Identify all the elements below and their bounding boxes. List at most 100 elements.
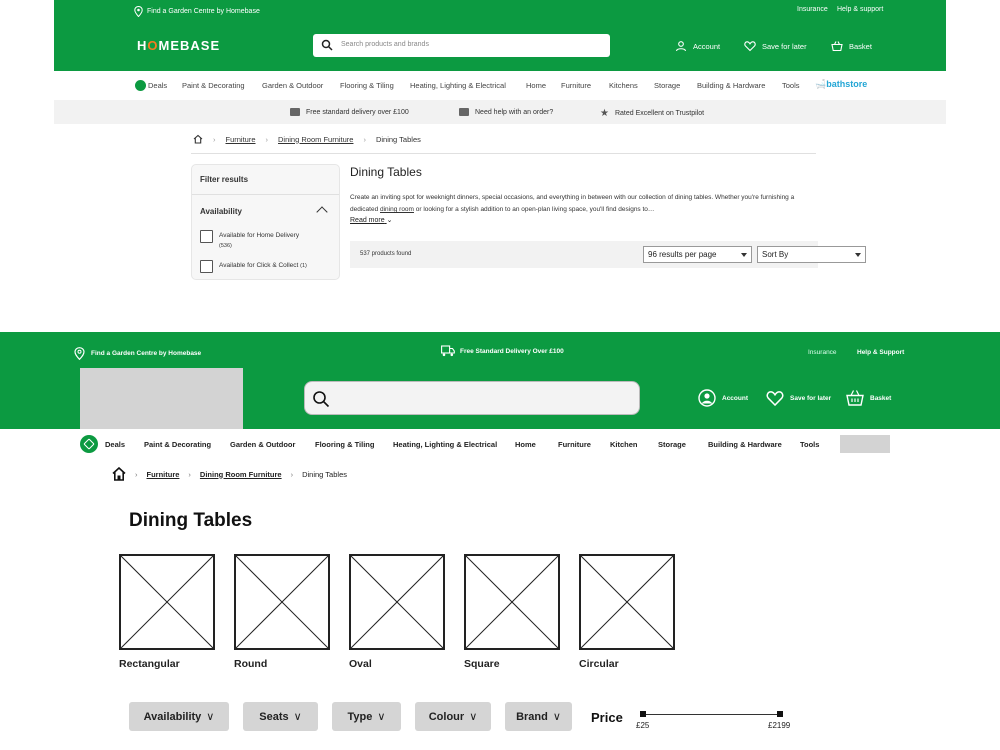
nav-furniture[interactable]: Furniture xyxy=(558,440,591,449)
basket-label: Basket xyxy=(849,41,872,51)
image-placeholder xyxy=(234,554,330,650)
nav-kitchens[interactable]: Kitchens xyxy=(609,81,638,90)
price-slider-max-handle[interactable] xyxy=(777,711,783,717)
nav-storage[interactable]: Storage xyxy=(654,81,680,90)
box-icon xyxy=(459,108,469,116)
filter-seats-button[interactable]: Seats ∨ xyxy=(243,702,318,731)
nav-paint-decorating[interactable]: Paint & Decorating xyxy=(144,440,211,449)
chevron-down-icon: ∨ xyxy=(293,711,302,723)
chevron-up-icon[interactable] xyxy=(316,206,328,218)
nav-garden-outdoor[interactable]: Garden & Outdoor xyxy=(230,440,295,449)
nav-paint-decorating[interactable]: Paint & Decorating xyxy=(182,81,245,90)
image-placeholder xyxy=(349,554,445,650)
sort-value: Sort By xyxy=(762,250,789,259)
category-tile-circular[interactable]: Circular xyxy=(579,554,675,670)
benefit-trustpilot: ★ Rated Excellent on Trustpilot xyxy=(600,108,704,119)
category-tile-square[interactable]: Square xyxy=(464,554,560,670)
brand-logo-placeholder[interactable] xyxy=(840,435,890,453)
click-collect-count: (1) xyxy=(300,263,307,269)
breadcrumb-separator-icon: › xyxy=(290,469,294,479)
nav-garden-outdoor[interactable]: Garden & Outdoor xyxy=(262,81,323,90)
help-support-link[interactable]: Help & support xyxy=(837,6,883,13)
heart-icon xyxy=(744,41,756,52)
read-more-link[interactable]: Read more ⌄ xyxy=(350,216,392,224)
nav-deals[interactable]: Deals xyxy=(105,440,125,449)
nav-tools[interactable]: Tools xyxy=(782,81,800,90)
per-page-select[interactable]: 96 results per page xyxy=(643,246,752,263)
basket-icon xyxy=(831,41,843,52)
chevron-down-icon: ∨ xyxy=(552,711,561,723)
breadcrumb-furniture[interactable]: Furniture xyxy=(147,470,180,479)
basket-label: Basket xyxy=(870,394,892,402)
price-slider-min-handle[interactable] xyxy=(640,711,646,717)
search-box[interactable]: Search products and brands xyxy=(313,34,610,57)
price-min-value: £25 xyxy=(636,721,650,730)
nav-flooring-tiling[interactable]: Flooring & Tiling xyxy=(340,81,394,90)
breadcrumb-dining-room-furniture[interactable]: Dining Room Furniture xyxy=(200,470,282,479)
insurance-link[interactable]: Insurance xyxy=(797,6,828,13)
nav-tools[interactable]: Tools xyxy=(800,440,819,449)
dropdown-arrow-icon xyxy=(855,253,861,257)
nav-kitchen[interactable]: Kitchen xyxy=(610,440,638,449)
bathstore-logo[interactable]: 🛁bathstore xyxy=(815,79,867,90)
benefits-bar: Free standard delivery over £100 Need he… xyxy=(54,100,946,124)
basket-link[interactable]: Basket xyxy=(831,40,872,52)
nav-heating-lighting[interactable]: Heating, Lighting & Electrical xyxy=(410,81,506,90)
logo-o: O xyxy=(147,38,159,53)
category-tile-oval[interactable]: Oval xyxy=(349,554,445,670)
category-label: Square xyxy=(464,658,500,670)
filter-brand-button[interactable]: Brand ∨ xyxy=(505,702,572,731)
breadcrumb-separator-icon: › xyxy=(363,134,366,144)
filter-type-button[interactable]: Type ∨ xyxy=(332,702,401,731)
price-filter-label: Price xyxy=(591,710,623,725)
description-text-2: or looking for a stylish addition to an … xyxy=(413,206,655,213)
nav-flooring-tiling[interactable]: Flooring & Tiling xyxy=(315,440,374,449)
basket-link[interactable]: Basket xyxy=(846,389,891,407)
availability-heading[interactable]: Availability xyxy=(200,207,242,216)
logo-placeholder[interactable] xyxy=(80,368,243,429)
category-tile-round[interactable]: Round xyxy=(234,554,330,670)
nav-building-hardware[interactable]: Building & Hardware xyxy=(708,440,782,449)
category-tile-rectangular[interactable]: Rectangular xyxy=(119,554,215,670)
save-for-later-link[interactable]: Save for later xyxy=(744,40,807,52)
benefit-help[interactable]: Need help with an order? xyxy=(459,108,553,116)
account-label: Account xyxy=(722,394,748,402)
find-garden-centre-link[interactable]: Find a Garden Centre by Homebase xyxy=(74,347,201,360)
filter-colour-button[interactable]: Colour ∨ xyxy=(415,702,491,731)
free-delivery-banner: Free Standard Delivery Over £100 xyxy=(441,345,564,357)
nav-building-hardware[interactable]: Building & Hardware xyxy=(697,81,765,90)
breadcrumb-dining-room-furniture[interactable]: Dining Room Furniture xyxy=(278,135,353,144)
homebase-logo[interactable]: HOMEBASE xyxy=(137,38,220,53)
account-link[interactable]: Account xyxy=(698,389,748,407)
star-icon: ★ xyxy=(600,108,609,119)
filter-availability-button[interactable]: Availability ∨ xyxy=(129,702,229,731)
nav-home[interactable]: Home xyxy=(526,81,546,90)
breadcrumb-current: Dining Tables xyxy=(302,469,347,479)
nav-deals[interactable]: Deals xyxy=(148,81,167,90)
click-collect-label: Available for Click & Collect xyxy=(219,262,299,269)
nav-storage[interactable]: Storage xyxy=(658,440,686,449)
home-icon[interactable] xyxy=(112,467,126,481)
save-for-later-link[interactable]: Save for later xyxy=(766,389,831,407)
breadcrumb-separator-icon: › xyxy=(135,469,138,479)
find-garden-centre-link[interactable]: Find a Garden Centre by Homebase xyxy=(134,6,260,17)
nav-heating-lighting[interactable]: Heating, Lighting & Electrical xyxy=(393,440,497,449)
nav-furniture[interactable]: Furniture xyxy=(561,81,591,90)
insurance-link[interactable]: Insurance xyxy=(808,349,837,356)
dining-room-link[interactable]: dining room xyxy=(380,206,414,213)
account-icon xyxy=(698,389,716,407)
home-icon[interactable] xyxy=(193,134,203,144)
category-label: Rectangular xyxy=(119,658,180,670)
click-collect-checkbox[interactable] xyxy=(200,260,213,273)
nav-home[interactable]: Home xyxy=(515,440,536,449)
read-more-label: Read more xyxy=(350,217,385,224)
search-box[interactable] xyxy=(304,381,640,415)
home-delivery-checkbox[interactable] xyxy=(200,230,213,243)
sort-select[interactable]: Sort By xyxy=(757,246,866,263)
help-support-link[interactable]: Help & Support xyxy=(857,349,904,356)
breadcrumb-furniture[interactable]: Furniture xyxy=(226,135,256,144)
logo-h: H xyxy=(137,38,148,53)
price-slider-track[interactable] xyxy=(643,714,780,715)
account-link[interactable]: Account xyxy=(675,40,720,52)
image-placeholder-cross-icon xyxy=(236,556,328,648)
